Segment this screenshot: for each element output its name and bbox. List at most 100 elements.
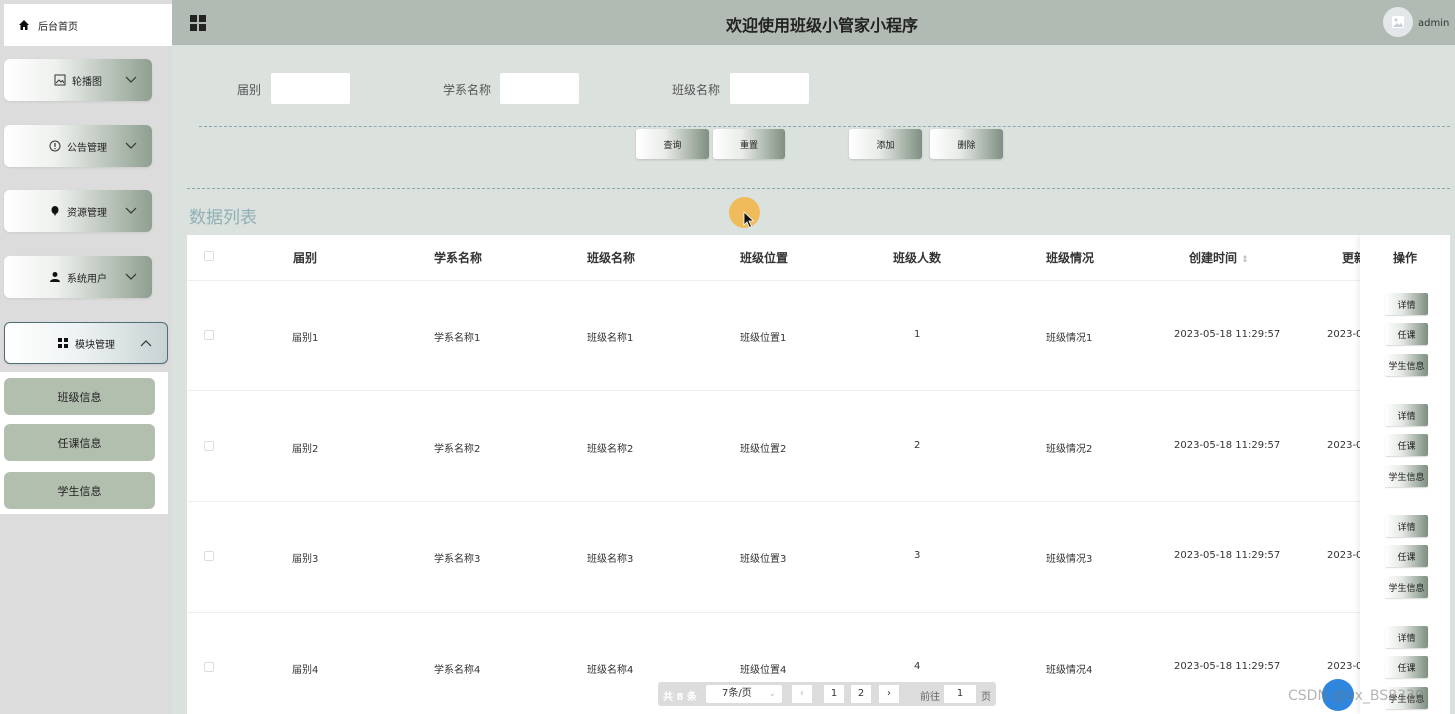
search-label-jiebie: 届别	[237, 83, 262, 97]
student-info-button[interactable]: 学生信息	[1385, 465, 1428, 487]
course-button[interactable]: 任课	[1385, 656, 1428, 678]
detail-button[interactable]: 详情	[1385, 404, 1428, 426]
submenu-course-info[interactable]: 任课信息	[4, 424, 155, 461]
mouse-cursor-icon	[743, 211, 755, 229]
data-table: 届别 学系名称 班级名称 班级位置 班级人数 班级情况 创建时间 ⇕ 更新 届别…	[187, 235, 1450, 714]
cell-updated: 2023-0	[1327, 440, 1363, 451]
next-page-button[interactable]: ›	[879, 685, 899, 703]
cell-renshu: 4	[914, 661, 921, 672]
delete-button[interactable]: 删除	[930, 129, 1003, 159]
cell-xuexi: 学系名称2	[434, 444, 481, 455]
menu-module[interactable]: 模块管理	[4, 322, 168, 364]
submenu-class-info[interactable]: 班级信息	[4, 378, 155, 415]
cell-xuexi: 学系名称1	[434, 333, 481, 344]
search-input-banji[interactable]	[730, 73, 809, 104]
chevron-down-icon: ⌄	[768, 689, 776, 699]
cell-xuexi: 学系名称4	[434, 665, 481, 676]
course-button[interactable]: 任课	[1385, 323, 1428, 345]
row-checkbox[interactable]	[204, 662, 214, 672]
menu-label: 系统用户	[67, 273, 107, 285]
detail-button[interactable]: 详情	[1385, 515, 1428, 537]
cell-created: 2023-05-18 11:29:57	[1174, 329, 1281, 340]
prev-page-button[interactable]: ‹	[792, 685, 812, 703]
cell-banji: 班级名称1	[587, 333, 634, 344]
row-divider	[187, 280, 1450, 281]
page-title: 欢迎使用班级小管家小程序	[725, 16, 918, 35]
student-info-button[interactable]: 学生信息	[1385, 576, 1428, 598]
menu-system-user[interactable]: 系统用户	[4, 256, 152, 298]
chevron-down-icon	[125, 207, 137, 214]
cell-jiebie: 届别4	[292, 665, 319, 676]
page-size-value: 7条/页	[722, 688, 752, 699]
row-checkbox[interactable]	[204, 551, 214, 561]
cell-updated: 2023-0	[1327, 550, 1363, 561]
sort-icon[interactable]: ⇕	[1241, 255, 1249, 265]
page-number[interactable]: 2	[851, 685, 871, 703]
course-button[interactable]: 任课	[1385, 545, 1428, 567]
menu-label: 资源管理	[67, 207, 107, 219]
row-divider	[187, 612, 1450, 613]
divider	[199, 126, 1450, 127]
search-label-xuexi: 学系名称	[443, 83, 492, 97]
chevron-down-icon	[125, 142, 137, 149]
row-checkbox[interactable]	[204, 330, 214, 340]
column-header: 班级情况	[1046, 251, 1095, 265]
avatar[interactable]	[1383, 7, 1413, 37]
sidebar: 后台首页 轮播图 公告管理 资源管理 系统用户 模块管理 班级信息 任课信息 学…	[0, 0, 172, 714]
course-button[interactable]: 任课	[1385, 434, 1428, 456]
column-header: 届别	[293, 251, 318, 265]
menu-label: 轮播图	[72, 76, 102, 88]
menu-carousel[interactable]: 轮播图	[4, 59, 152, 101]
student-info-button[interactable]: 学生信息	[1385, 354, 1428, 376]
chevron-down-icon	[125, 273, 137, 280]
cell-weizhi: 班级位置2	[740, 444, 787, 455]
submenu-student-info[interactable]: 学生信息	[4, 472, 155, 509]
detail-button[interactable]: 详情	[1385, 626, 1428, 648]
select-all-checkbox[interactable]	[204, 251, 214, 261]
row-divider	[187, 390, 1450, 391]
info-circle-icon	[49, 140, 61, 152]
menu-resource[interactable]: 资源管理	[4, 190, 152, 232]
operations-column: 操作 详情 任课 学生信息 详情 任课 学生信息 详情 任课 学生信息 详情 任…	[1360, 235, 1450, 714]
goto-label: 前往	[920, 692, 940, 703]
cell-jiebie: 届别3	[292, 554, 319, 565]
add-button[interactable]: 添加	[849, 129, 922, 159]
image-icon	[54, 74, 66, 86]
user-icon	[50, 272, 60, 282]
cell-renshu: 2	[914, 440, 921, 451]
detail-button[interactable]: 详情	[1385, 293, 1428, 315]
column-header: 班级位置	[740, 251, 789, 265]
home-label: 后台首页	[38, 21, 78, 33]
search-input-xuexi[interactable]	[500, 73, 579, 104]
column-header-sortable[interactable]: 创建时间 ⇕	[1189, 249, 1249, 266]
watermark: CSDN @vx_BS8330	[1288, 688, 1424, 704]
pagination-total: 共 8 条	[663, 692, 697, 703]
cell-weizhi: 班级位置3	[740, 554, 787, 565]
cell-created: 2023-05-18 11:29:57	[1174, 440, 1281, 451]
goto-unit: 页	[981, 692, 991, 703]
row-checkbox[interactable]	[204, 441, 214, 451]
cell-jiebie: 届别2	[292, 444, 319, 455]
search-input-jiebie[interactable]	[271, 73, 350, 104]
username[interactable]: admin	[1418, 18, 1449, 29]
cell-xuexi: 学系名称3	[434, 554, 481, 565]
cell-qingkuang: 班级情况2	[1046, 444, 1093, 455]
cell-qingkuang: 班级情况1	[1046, 333, 1093, 344]
row-divider	[187, 501, 1450, 502]
page-number[interactable]: 1	[824, 685, 844, 703]
cell-banji: 班级名称3	[587, 554, 634, 565]
chevron-down-icon	[125, 76, 137, 83]
cell-weizhi: 班级位置1	[740, 333, 787, 344]
home-link[interactable]: 后台首页	[4, 4, 172, 46]
page-size-select[interactable]: 7条/页 ⌄	[706, 685, 782, 703]
column-header: 操作	[1393, 251, 1418, 265]
grid-icon	[58, 338, 68, 348]
cell-banji: 班级名称4	[587, 665, 634, 676]
chevron-up-icon	[140, 340, 152, 347]
menu-notice[interactable]: 公告管理	[4, 125, 152, 167]
cell-renshu: 1	[914, 329, 921, 340]
cell-qingkuang: 班级情况3	[1046, 554, 1093, 565]
goto-page-input[interactable]: 1	[944, 685, 976, 703]
query-button[interactable]: 查询	[636, 129, 709, 159]
reset-button[interactable]: 重置	[713, 129, 785, 159]
